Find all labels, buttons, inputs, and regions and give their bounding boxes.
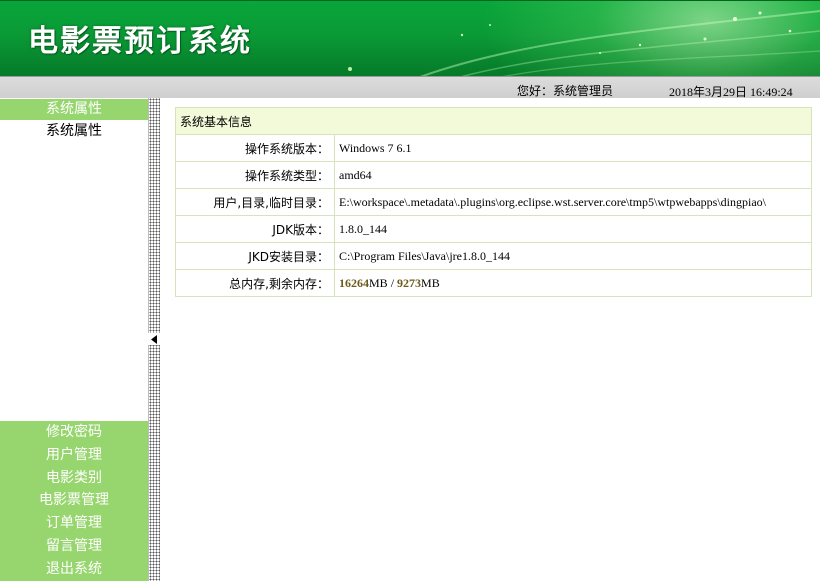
collapse-sidebar-button[interactable] [148,333,160,345]
table-row: 操作系统类型： amd64 [175,161,812,189]
free-memory: 9273 [397,275,422,290]
memory-value: 16264MB / 9273MB [334,269,812,297]
table-header-row: 系统基本信息 [175,107,812,135]
sidebar-item-ticket-management[interactable]: 电影票管理 [0,489,148,512]
table-heading: 系统基本信息 [175,107,812,135]
sidebar-item-system-properties[interactable]: 系统属性 [0,121,148,141]
main-content: 系统基本信息 操作系统版本： Windows 7 6.1 操作系统类型： amd… [175,107,812,297]
sidebar-item-order-management[interactable]: 订单管理 [0,512,148,535]
user-greeting: 您好：系统管理员 [517,84,614,98]
row-value: Windows 7 6.1 [334,134,812,162]
sidebar-section-title[interactable]: 系统属性 [0,99,148,120]
app-title: 电影票预订系统 [28,24,252,59]
memory-separator: / [387,275,398,290]
current-datetime: 2018年3月29日 16:49:24 [669,85,793,99]
table-row: JKD安装目录： C:\Program Files\Java\jre1.8.0_… [175,242,812,270]
status-bar: 您好：系统管理员 2018年3月29日 16:49:24 [0,76,820,99]
header-banner: 电影票预订系统 [0,0,820,76]
row-value: amd64 [334,161,812,189]
table-row: 操作系统版本： Windows 7 6.1 [175,134,812,162]
memory-label: 总内存,剩余内存： [175,269,335,297]
sidebar-item-movie-category[interactable]: 电影类别 [0,467,148,490]
row-label: JKD安装目录： [175,242,335,270]
row-value: 1.8.0_144 [334,215,812,243]
total-memory-unit: MB [369,275,388,290]
system-info-table: 系统基本信息 操作系统版本： Windows 7 6.1 操作系统类型： amd… [175,107,812,297]
sidebar-item-message-management[interactable]: 留言管理 [0,535,148,558]
sidebar-item-logout[interactable]: 退出系统 [0,558,148,581]
row-label: 用户,目录,临时目录： [175,188,335,216]
table-row-memory: 总内存,剩余内存： 16264MB / 9273MB [175,269,812,297]
sidebar-item-change-password[interactable]: 修改密码 [0,421,148,444]
total-memory: 16264 [339,275,369,290]
row-label: 操作系统版本： [175,134,335,162]
sidebar-item-user-management[interactable]: 用户管理 [0,444,148,467]
row-value: E:\workspace\.metadata\.plugins\org.ecli… [334,188,812,216]
table-row: 用户,目录,临时目录： E:\workspace\.metadata\.plug… [175,188,812,216]
table-row: JDK版本： 1.8.0_144 [175,215,812,243]
arrow-left-icon [151,334,157,344]
row-label: 操作系统类型： [175,161,335,189]
row-label: JDK版本： [175,215,335,243]
sidebar-menu: 修改密码 用户管理 电影类别 电影票管理 订单管理 留言管理 退出系统 [0,421,148,581]
sidebar: 系统属性 系统属性 修改密码 用户管理 电影类别 电影票管理 订单管理 留言管理… [0,98,148,581]
free-memory-unit: MB [421,275,440,290]
row-value: C:\Program Files\Java\jre1.8.0_144 [334,242,812,270]
